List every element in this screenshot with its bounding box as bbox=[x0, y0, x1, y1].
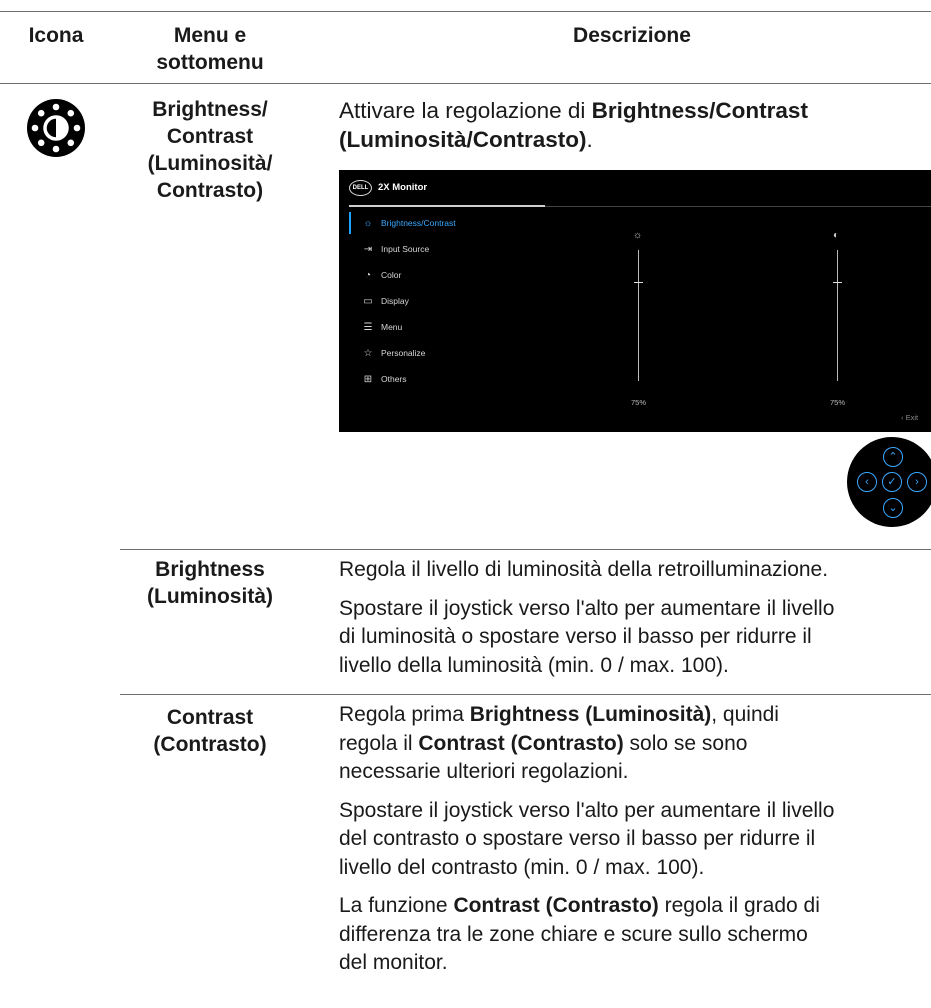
brightness-slider[interactable] bbox=[638, 250, 639, 381]
osd-item-label: Personalize bbox=[381, 348, 426, 358]
joystick: ⌃ ‹ ✓ › ⌄ bbox=[847, 437, 931, 527]
text-line: Spostare il joystick verso l'alto per au… bbox=[339, 596, 835, 620]
main-desc-pre: Attivare la regolazione di bbox=[339, 98, 592, 123]
menu-contrast: Contrast (Contrasto) bbox=[125, 704, 295, 758]
joystick-left-icon[interactable]: ‹ bbox=[857, 472, 877, 492]
brightness-slider-sun-icon: ☼ bbox=[633, 230, 643, 241]
header-description: Descrizione bbox=[573, 24, 691, 47]
table-top-rule bbox=[0, 11, 931, 12]
osd-item-label: Input Source bbox=[381, 244, 430, 254]
header-menu-line1: Menu e bbox=[173, 24, 247, 47]
text-line: del monitor. bbox=[339, 951, 448, 974]
sun-icon: ☼ bbox=[363, 218, 373, 229]
brightness-description: Regola il livello di luminosità della re… bbox=[339, 556, 929, 680]
header-icon: Icona bbox=[28, 24, 84, 47]
menu-line: Contrasto) bbox=[156, 179, 264, 202]
text-part: La funzione bbox=[339, 894, 454, 917]
row-rule-contrast bbox=[120, 694, 931, 695]
text-bold: Contrast (Contrasto) bbox=[418, 731, 624, 755]
color-icon: ◔ bbox=[364, 270, 372, 281]
brightness-contrast-icon bbox=[27, 99, 85, 157]
text-bold: Contrast (Contrasto) bbox=[453, 894, 659, 917]
osd-item-label: Others bbox=[381, 374, 407, 384]
contrast-slider[interactable] bbox=[837, 250, 838, 381]
text-line: del contrasto o spostare verso il basso … bbox=[339, 827, 816, 850]
menu-line: (Luminosità/ bbox=[147, 152, 273, 175]
joystick-up-icon[interactable]: ⌃ bbox=[883, 447, 903, 467]
text-part: Regola prima bbox=[339, 703, 470, 726]
osd-item-color[interactable]: ◔ Color bbox=[361, 265, 541, 285]
text-part: , quindi bbox=[711, 703, 779, 726]
brightness-slider-thumb[interactable] bbox=[634, 282, 643, 284]
menu-line: Brightness/ bbox=[152, 98, 268, 121]
text-bold: Brightness (Luminosità) bbox=[469, 703, 712, 726]
osd-item-personalize[interactable]: ☆ Personalize bbox=[361, 343, 541, 363]
input-icon: ⇥ bbox=[363, 244, 373, 255]
main-description: Attivare la regolazione di Brightness/Co… bbox=[339, 96, 919, 154]
osd-item-label: Brightness/Contrast bbox=[381, 218, 456, 228]
osd-selection-bar bbox=[349, 212, 351, 234]
text-part: regola il grado di bbox=[658, 894, 820, 917]
contrast-desc-p2: Spostare il joystick verso l'alto per au… bbox=[339, 797, 929, 883]
text-line: livello del contrasto (min. 0 / max. 100… bbox=[339, 855, 705, 879]
menu-line: (Contrasto) bbox=[153, 733, 267, 756]
star-icon: ☆ bbox=[363, 348, 373, 359]
brightness-desc-p1: Regola il livello di luminosità della re… bbox=[339, 558, 829, 581]
osd-item-display[interactable]: ▭ Display bbox=[361, 291, 541, 311]
header-menu-line2: sottomenu bbox=[156, 51, 264, 74]
menu-line: Brightness bbox=[155, 558, 265, 581]
display-icon: ▭ bbox=[363, 296, 373, 307]
contrast-desc-p1: Regola prima Brightness (Luminosità), qu… bbox=[339, 701, 929, 787]
contrast-desc-p3: La funzione Contrast (Contrasto) regola … bbox=[339, 892, 929, 978]
text-part: regola il bbox=[339, 731, 419, 755]
dell-logo: DELL bbox=[349, 180, 372, 196]
contrast-value: 75% bbox=[830, 398, 846, 407]
osd-item-label: Display bbox=[381, 296, 409, 306]
contrast-slider-thumb[interactable] bbox=[833, 282, 842, 284]
osd-item-label: Menu bbox=[381, 322, 403, 332]
menu-line: Contrast bbox=[166, 706, 254, 729]
contrast-description: Regola prima Brightness (Luminosità), qu… bbox=[339, 701, 929, 978]
osd-divider bbox=[545, 206, 931, 207]
menu-line: Contrast bbox=[166, 125, 254, 148]
contrast-slider-icon: ◐ bbox=[833, 230, 840, 241]
text-line: livello della luminosità (min. 0 / max. … bbox=[339, 653, 729, 677]
text-line: Spostare il joystick verso l'alto per au… bbox=[339, 798, 835, 822]
brightness-desc-p2: Spostare il joystick verso l'alto per au… bbox=[339, 595, 929, 681]
header-rule bbox=[0, 83, 931, 84]
menu-icon: ☰ bbox=[363, 322, 373, 333]
menu-line: (Luminosità) bbox=[147, 585, 273, 608]
joystick-down-icon[interactable]: ⌄ bbox=[883, 498, 903, 518]
joystick-right-icon[interactable]: › bbox=[907, 472, 927, 492]
text-line: differenza tra le zone chiare e scure su… bbox=[339, 922, 808, 946]
joystick-confirm-icon[interactable]: ✓ bbox=[882, 472, 902, 492]
osd-item-menu[interactable]: ☰ Menu bbox=[361, 317, 541, 337]
others-icon: ⊞ bbox=[363, 374, 373, 385]
text-part: solo se sono bbox=[623, 731, 748, 755]
text-line: di luminosità o spostare verso il basso … bbox=[339, 625, 812, 648]
osd-screenshot: DELL 2X Monitor ☼ Brightness/Contrast ⇥ In… bbox=[339, 170, 931, 432]
menu-brightness: Brightness (Luminosità) bbox=[125, 556, 295, 610]
header-menu: Menu e sottomenu bbox=[125, 22, 295, 76]
osd-title-underline bbox=[349, 205, 545, 207]
menu-brightness-contrast: Brightness/ Contrast (Luminosità/ Contra… bbox=[125, 96, 295, 204]
row-rule-brightness bbox=[120, 549, 931, 550]
osd-item-label: Color bbox=[381, 270, 402, 280]
osd-item-others[interactable]: ⊞ Others bbox=[361, 369, 541, 389]
osd-item-input-source[interactable]: ⇥ Input Source bbox=[361, 239, 541, 259]
brightness-value: 75% bbox=[631, 398, 647, 407]
osd-item-brightness-contrast[interactable]: ☼ Brightness/Contrast bbox=[361, 213, 541, 233]
osd-model-name: 2X Monitor bbox=[378, 182, 428, 193]
osd-exit[interactable]: ‹ Exit bbox=[901, 413, 918, 422]
main-desc-post: . bbox=[586, 127, 593, 152]
text-line: necessarie ulteriori regolazioni. bbox=[339, 760, 629, 783]
